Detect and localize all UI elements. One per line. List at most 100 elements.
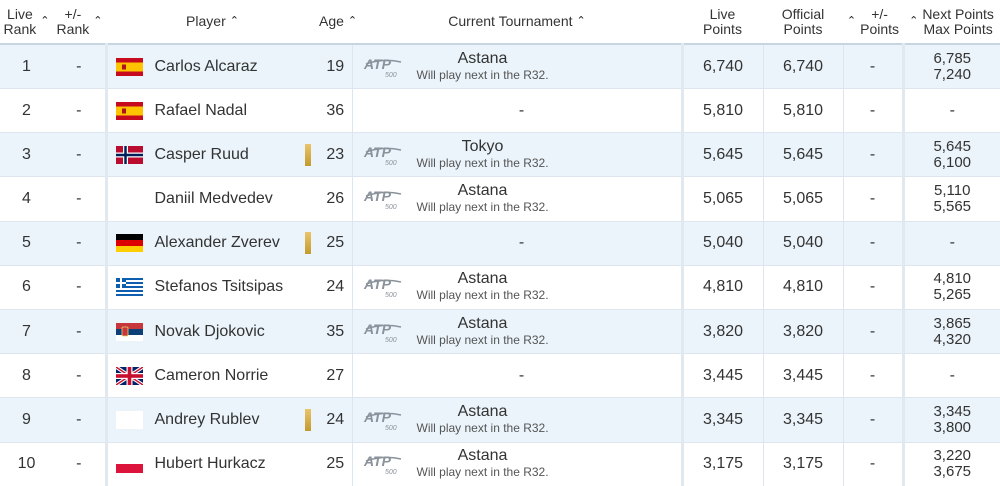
points-change-cell: -: [843, 309, 903, 353]
table-row[interactable]: 7 - Novak Djokovic 35 ATP500AstanaWill p…: [0, 309, 1000, 353]
player-name[interactable]: Hubert Hurkacz: [155, 455, 266, 473]
header-live-rank[interactable]: LiveRank⌃: [0, 0, 53, 44]
header-tournament[interactable]: Current Tournament⌃: [352, 0, 682, 44]
rank-cell: 8: [0, 354, 53, 398]
next-points: 3,865: [905, 316, 1000, 332]
chevron-up-icon: ⌃: [348, 14, 357, 29]
player-cell[interactable]: Novak Djokovic: [106, 309, 319, 353]
points-change-cell: -: [843, 442, 903, 486]
player-name[interactable]: Rafael Nadal: [155, 102, 248, 120]
table-row[interactable]: 1 - Carlos Alcaraz 19 ATP500AstanaWill p…: [0, 44, 1000, 89]
player-cell[interactable]: Andrey Rublev: [106, 398, 319, 442]
table-row[interactable]: 5 - Alexander Zverev 25 - 5,040 5,040 - …: [0, 221, 1000, 265]
next-max-points-cell: 6,7857,240: [903, 44, 1000, 89]
tournament-name: -: [519, 367, 524, 384]
header-next-max-points[interactable]: ⌃Next PointsMax Points: [903, 0, 1000, 44]
tournament-name[interactable]: Astana: [417, 183, 549, 199]
tournament-note: Will play next in the R32.: [417, 287, 549, 303]
tournament-note: Will play next in the R32.: [417, 420, 549, 436]
flag-gb-icon: [116, 367, 143, 385]
tournament-cell: ATP500 AstanaWill play next in the R32.: [352, 177, 682, 221]
gold-medal-icon: [305, 409, 311, 431]
player-name[interactable]: Andrey Rublev: [155, 411, 260, 429]
table-row[interactable]: 4 - Daniil Medvedev 26 ATP500AstanaWill …: [0, 177, 1000, 221]
chevron-up-icon: ⌃: [909, 14, 918, 29]
age-cell: 24: [319, 398, 352, 442]
header-age[interactable]: Age⌃: [319, 0, 352, 44]
player-cell[interactable]: Carlos Alcaraz: [106, 44, 319, 89]
player-cell[interactable]: Daniil Medvedev: [106, 177, 319, 221]
official-points-cell: 5,065: [763, 177, 843, 221]
points-change-cell: -: [843, 89, 903, 133]
player-cell[interactable]: Stefanos Tsitsipas: [106, 265, 319, 309]
tournament-name[interactable]: Tokyo: [417, 139, 549, 155]
tournament-cell: ATP500TokyoWill play next in the R32.: [352, 133, 682, 177]
tournament-cell: -: [352, 354, 682, 398]
atp-500-logo: ATP500: [363, 452, 405, 476]
player-name[interactable]: Stefanos Tsitsipas: [155, 278, 284, 296]
gold-medal-icon: [305, 232, 311, 254]
header-rank-change[interactable]: +/-Rank⌃: [53, 0, 106, 44]
official-points-cell: 5,810: [763, 89, 843, 133]
player-cell[interactable]: Cameron Norrie: [106, 354, 319, 398]
age-cell: 25: [319, 221, 352, 265]
atp-500-logo: ATP500: [363, 187, 405, 211]
svg-text:500: 500: [385, 469, 397, 476]
next-max-points-cell: 3,2203,675: [903, 442, 1000, 486]
table-row[interactable]: 10 - Hubert Hurkacz 25 ATP500AstanaWill …: [0, 442, 1000, 486]
header-live-points[interactable]: LivePoints: [682, 0, 763, 44]
svg-text:500: 500: [385, 72, 397, 79]
tournament-name[interactable]: Astana: [417, 51, 549, 67]
flag-blank-icon: [116, 411, 143, 429]
tournament-name[interactable]: Astana: [417, 448, 549, 464]
rank-cell: 7: [0, 309, 53, 353]
table-row[interactable]: 3 - Casper Ruud 23 ATP500TokyoWill play …: [0, 133, 1000, 177]
rank-change-cell: -: [53, 177, 106, 221]
header-player[interactable]: Player⌃: [106, 0, 319, 44]
age-cell: 26: [319, 177, 352, 221]
live-points-cell: 5,040: [682, 221, 763, 265]
tournament-cell: -: [352, 89, 682, 133]
player-cell[interactable]: Alexander Zverev: [106, 221, 319, 265]
tournament-name[interactable]: Astana: [417, 316, 549, 332]
header-points-change[interactable]: ⌃+/-Points: [843, 0, 903, 44]
flag-es-icon: [116, 58, 143, 76]
max-points: 4,320: [905, 332, 1000, 348]
table-row[interactable]: 8 - Cameron Norrie 27 - 3,445 3,445 - -: [0, 354, 1000, 398]
player-cell[interactable]: Hubert Hurkacz: [106, 442, 319, 486]
tournament-name[interactable]: Astana: [417, 404, 549, 420]
player-name[interactable]: Cameron Norrie: [155, 367, 269, 385]
table-row[interactable]: 2 - Rafael Nadal 36 - 5,810 5,810 - -: [0, 89, 1000, 133]
player-cell[interactable]: Rafael Nadal: [106, 89, 319, 133]
points-change-cell: -: [843, 44, 903, 89]
chevron-up-icon: ⌃: [40, 14, 49, 29]
official-points-cell: 5,040: [763, 221, 843, 265]
flag-gr-icon: [116, 278, 143, 296]
tournament-cell: ATP500AstanaWill play next in the R32.: [352, 265, 682, 309]
tournament-name[interactable]: Astana: [417, 271, 549, 287]
chevron-up-icon: ⌃: [847, 14, 856, 29]
tournament-note: Will play next in the R32.: [417, 199, 549, 215]
player-cell[interactable]: Casper Ruud: [106, 133, 319, 177]
next-max-points-cell: -: [903, 221, 1000, 265]
next-max-points-cell: 5,6456,100: [903, 133, 1000, 177]
official-points-cell: 6,740: [763, 44, 843, 89]
tournament-note: Will play next in the R32.: [417, 332, 549, 348]
table-row[interactable]: 6 - Stefanos Tsitsipas 24 ATP500AstanaWi…: [0, 265, 1000, 309]
official-points-cell: 3,820: [763, 309, 843, 353]
points-change-cell: -: [843, 354, 903, 398]
player-name[interactable]: Alexander Zverev: [155, 234, 280, 252]
gold-medal-icon: [305, 144, 311, 166]
next-points: 3,220: [905, 448, 1000, 464]
player-name[interactable]: Daniil Medvedev: [155, 190, 273, 208]
flag-no-icon: [116, 146, 143, 164]
header-official-points[interactable]: OfficialPoints: [763, 0, 843, 44]
table-row[interactable]: 9 - Andrey Rublev 24 ATP500AstanaWill pl…: [0, 398, 1000, 442]
rank-change-cell: -: [53, 221, 106, 265]
age-cell: 23: [319, 133, 352, 177]
player-name[interactable]: Carlos Alcaraz: [155, 58, 258, 76]
tournament-note: Will play next in the R32.: [417, 464, 549, 480]
rank-cell: 6: [0, 265, 53, 309]
player-name[interactable]: Casper Ruud: [155, 146, 249, 164]
player-name[interactable]: Novak Djokovic: [155, 323, 265, 341]
